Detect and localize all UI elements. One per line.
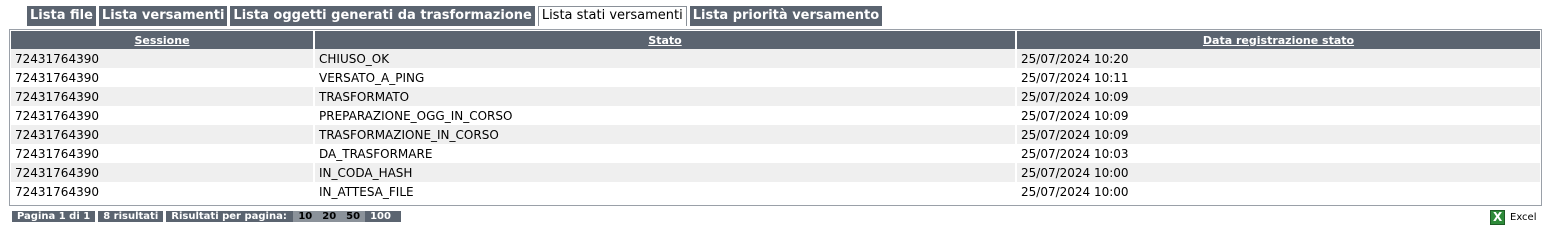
results-count: 8 risultati — [98, 211, 164, 222]
table-row[interactable]: 72431764390 CHIUSO_OK 25/07/2024 10:20 — [11, 49, 1540, 68]
cell-sessione: 72431764390 — [11, 87, 313, 106]
per-page-label: Risultati per pagina: — [171, 211, 287, 222]
table-row[interactable]: 72431764390 TRASFORMAZIONE_IN_CORSO 25/0… — [11, 125, 1540, 144]
cell-data: 25/07/2024 10:11 — [1017, 68, 1540, 87]
tab-lista-priorita-versamento[interactable]: Lista priorità versamento — [689, 6, 883, 26]
cell-sessione: 72431764390 — [11, 144, 313, 163]
cell-sessione: 72431764390 — [11, 68, 313, 87]
cell-stato: PREPARAZIONE_OGG_IN_CORSO — [315, 106, 1015, 125]
cell-sessione: 72431764390 — [11, 106, 313, 125]
stati-versamenti-table: Sessione Stato Data registrazione stato … — [9, 31, 1542, 201]
cell-data: 25/07/2024 10:09 — [1017, 87, 1540, 106]
cell-data: 25/07/2024 10:20 — [1017, 49, 1540, 68]
per-page-20[interactable]: 20 — [317, 211, 342, 222]
cell-data: 25/07/2024 10:00 — [1017, 163, 1540, 182]
tab-lista-versamenti[interactable]: Lista versamenti — [98, 6, 228, 26]
cell-data: 25/07/2024 10:09 — [1017, 106, 1540, 125]
cell-sessione: 72431764390 — [11, 163, 313, 182]
cell-stato: CHIUSO_OK — [315, 49, 1015, 68]
cell-stato: DA_TRASFORMARE — [315, 144, 1015, 163]
cell-stato: IN_ATTESA_FILE — [315, 182, 1015, 201]
pagination-bar: Pagina 1 di 1 8 risultati Risultati per … — [12, 211, 401, 222]
column-header-data-registrazione[interactable]: Data registrazione stato — [1017, 31, 1540, 49]
per-page-options: 10 20 50 100 — [293, 211, 396, 222]
cell-stato: TRASFORMAZIONE_IN_CORSO — [315, 125, 1015, 144]
table-row[interactable]: 72431764390 IN_CODA_HASH 25/07/2024 10:0… — [11, 163, 1540, 182]
tab-lista-stati-versamenti[interactable]: Lista stati versamenti — [537, 6, 687, 26]
per-page-box: Risultati per pagina: 10 20 50 100 — [166, 211, 401, 222]
per-page-50[interactable]: 50 — [341, 211, 366, 222]
tab-lista-file[interactable]: Lista file — [27, 6, 96, 26]
table-row[interactable]: 72431764390 VERSATO_A_PING 25/07/2024 10… — [11, 68, 1540, 87]
cell-data: 25/07/2024 10:03 — [1017, 144, 1540, 163]
table-row[interactable]: 72431764390 TRASFORMATO 25/07/2024 10:09 — [11, 87, 1540, 106]
excel-icon — [1490, 210, 1505, 225]
excel-export-button[interactable]: Excel — [1490, 210, 1537, 225]
cell-stato: IN_CODA_HASH — [315, 163, 1015, 182]
per-page-100[interactable]: 100 — [365, 211, 396, 222]
column-header-sessione[interactable]: Sessione — [11, 31, 313, 49]
per-page-10[interactable]: 10 — [293, 211, 318, 222]
excel-label: Excel — [1510, 212, 1537, 223]
table-row[interactable]: 72431764390 IN_ATTESA_FILE 25/07/2024 10… — [11, 182, 1540, 201]
table-header-row: Sessione Stato Data registrazione stato — [11, 31, 1540, 49]
cell-data: 25/07/2024 10:00 — [1017, 182, 1540, 201]
table-row[interactable]: 72431764390 DA_TRASFORMARE 25/07/2024 10… — [11, 144, 1540, 163]
cell-sessione: 72431764390 — [11, 182, 313, 201]
tab-bar: Lista file Lista versamenti Lista oggett… — [27, 6, 883, 26]
cell-stato: VERSATO_A_PING — [315, 68, 1015, 87]
cell-sessione: 72431764390 — [11, 125, 313, 144]
table-row[interactable]: 72431764390 PREPARAZIONE_OGG_IN_CORSO 25… — [11, 106, 1540, 125]
cell-stato: TRASFORMATO — [315, 87, 1015, 106]
cell-data: 25/07/2024 10:09 — [1017, 125, 1540, 144]
results-panel: Sessione Stato Data registrazione stato … — [9, 29, 1542, 206]
column-header-stato[interactable]: Stato — [315, 31, 1015, 49]
cell-sessione: 72431764390 — [11, 49, 313, 68]
tab-lista-oggetti-generati[interactable]: Lista oggetti generati da trasformazione — [230, 6, 535, 26]
page-info: Pagina 1 di 1 — [12, 211, 96, 222]
